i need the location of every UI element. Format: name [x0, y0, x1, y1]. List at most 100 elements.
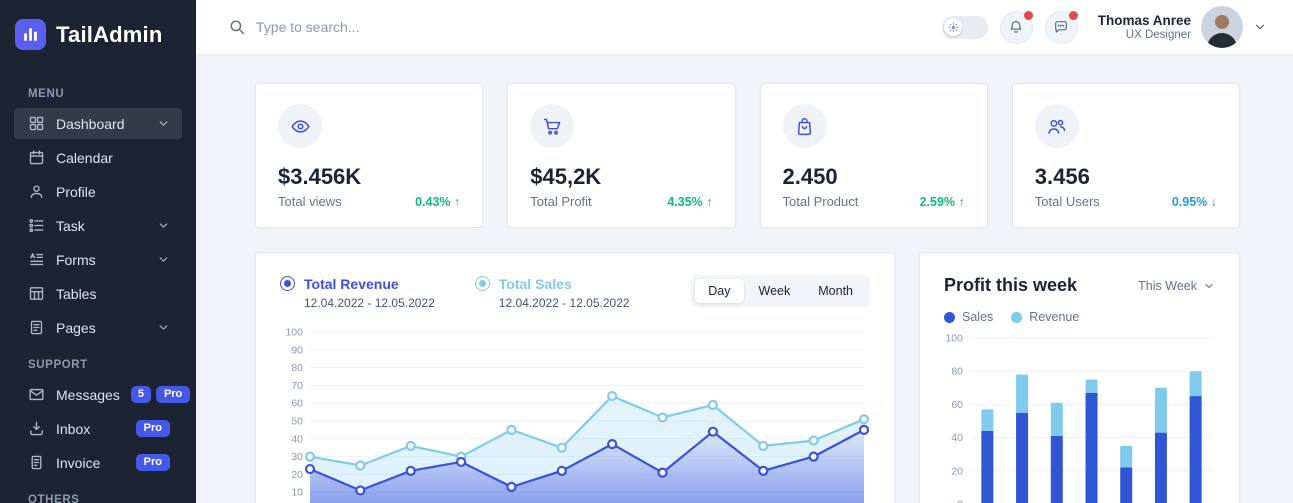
sidebar-item-dashboard[interactable]: Dashboard: [14, 108, 182, 139]
stat-card-total-views: $3.456K Total views 0.43% ↑: [255, 83, 483, 228]
app-root: TailAdmin MENU Dashboard Calendar Profil…: [0, 0, 1293, 503]
svg-text:70: 70: [291, 380, 303, 392]
search-input[interactable]: [256, 19, 536, 35]
legend-total-revenue[interactable]: Total Revenue 12.04.2022 - 12.05.2022: [280, 275, 435, 310]
period-switcher: Day Week Month: [691, 275, 870, 307]
chevron-down-icon: [157, 321, 170, 334]
legend-sales: Sales: [944, 310, 993, 324]
chat-dot: [1069, 11, 1078, 20]
eye-icon: [278, 104, 322, 148]
notifications-button[interactable]: [1000, 11, 1033, 44]
svg-text:80: 80: [291, 362, 303, 374]
period-week-button[interactable]: Week: [746, 279, 804, 303]
task-icon: [28, 217, 45, 234]
profit-chart-card: Profit this week This Week Sales Revenue…: [919, 252, 1240, 503]
stat-card-total-profit: $45,2K Total Profit 4.35% ↑: [507, 83, 735, 228]
week-select-value: This Week: [1138, 279, 1197, 293]
stats-row: $3.456K Total views 0.43% ↑ $45,2K Total…: [255, 83, 1240, 228]
messages-count-badge: 5: [131, 386, 151, 403]
user-name: Thomas Anree: [1098, 13, 1191, 30]
svg-text:0: 0: [957, 499, 963, 503]
sidebar-item-task[interactable]: Task: [14, 210, 182, 241]
sidebar-item-invoice[interactable]: Invoice Pro: [14, 447, 182, 478]
stat-delta: 4.35% ↑: [667, 195, 712, 209]
stat-value: 2.450: [783, 164, 965, 190]
legend-revenue: Revenue: [1011, 310, 1079, 324]
stat-card-total-product: 2.450 Total Product 2.59% ↑: [760, 83, 988, 228]
svg-text:10: 10: [291, 487, 303, 499]
sidebar-item-inbox[interactable]: Inbox Pro: [14, 413, 182, 444]
legend-date-range: 12.04.2022 - 12.05.2022: [304, 296, 435, 310]
pro-badge: Pro: [156, 386, 190, 403]
bag-icon: [783, 104, 827, 148]
tables-icon: [28, 285, 45, 302]
header-actions: Thomas Anree UX Designer: [942, 6, 1267, 48]
sidebar-item-label: Messages: [56, 387, 120, 403]
svg-text:80: 80: [951, 366, 963, 378]
profit-bar-chart: 020406080100MTWTFSS: [944, 332, 1217, 503]
stat-delta: 0.43% ↑: [415, 195, 460, 209]
stat-label: Total Profit: [530, 194, 591, 209]
stat-delta: 0.95% ↓: [1172, 195, 1217, 209]
svg-text:30: 30: [291, 451, 303, 463]
top-header: Thomas Anree UX Designer: [196, 0, 1293, 55]
legend-title: Total Revenue: [304, 276, 399, 292]
brand-row[interactable]: TailAdmin: [0, 0, 196, 60]
sidebar-item-pages[interactable]: Pages: [14, 312, 182, 343]
profile-icon: [28, 183, 45, 200]
search-bar: [228, 18, 942, 36]
chevron-down-icon: [1253, 20, 1267, 34]
profit-card-title: Profit this week: [944, 275, 1077, 296]
sidebar-item-messages[interactable]: Messages 5 Pro: [14, 379, 182, 410]
sidebar-item-label: Inbox: [56, 421, 90, 437]
section-label-support: SUPPORT: [28, 359, 182, 371]
stat-value: $3.456K: [278, 164, 460, 190]
stat-card-total-users: 3.456 Total Users 0.95% ↓: [1012, 83, 1240, 228]
svg-text:50: 50: [291, 416, 303, 428]
svg-text:60: 60: [951, 399, 963, 411]
pro-badge: Pro: [136, 454, 170, 471]
chat-icon: [1053, 19, 1069, 35]
radio-icon: [280, 276, 295, 291]
period-day-button[interactable]: Day: [695, 279, 743, 303]
chevron-down-icon: [157, 253, 170, 266]
sidebar-item-profile[interactable]: Profile: [14, 176, 182, 207]
dark-mode-toggle[interactable]: [942, 16, 988, 39]
stat-value: 3.456: [1035, 164, 1217, 190]
sidebar-item-forms[interactable]: Forms: [14, 244, 182, 275]
chat-button[interactable]: [1045, 11, 1078, 44]
forms-icon: [28, 251, 45, 268]
revenue-chart-card: Total Revenue 12.04.2022 - 12.05.2022 To…: [255, 252, 895, 503]
svg-text:100: 100: [285, 327, 303, 339]
svg-text:40: 40: [951, 432, 963, 444]
sidebar-item-tables[interactable]: Tables: [14, 278, 182, 309]
sidebar-item-label: Profile: [56, 184, 96, 200]
sidebar-item-label: Calendar: [56, 150, 113, 166]
inbox-icon: [28, 420, 45, 437]
sidebar-item-label: Forms: [56, 252, 96, 268]
svg-text:20: 20: [291, 469, 303, 481]
avatar: [1201, 6, 1243, 48]
stat-label: Total Users: [1035, 194, 1100, 209]
week-select[interactable]: This Week: [1138, 279, 1215, 293]
period-month-button[interactable]: Month: [805, 279, 866, 303]
stat-label: Total Product: [783, 194, 859, 209]
notification-dot: [1024, 11, 1033, 20]
calendar-icon: [28, 149, 45, 166]
legend-total-sales[interactable]: Total Sales 12.04.2022 - 12.05.2022: [475, 275, 630, 310]
sidebar-item-label: Tables: [56, 286, 96, 302]
section-label-menu: MENU: [28, 88, 182, 100]
svg-text:40: 40: [291, 433, 303, 445]
sidebar-item-calendar[interactable]: Calendar: [14, 142, 182, 173]
radio-icon: [475, 276, 490, 291]
stat-label: Total views: [278, 194, 342, 209]
sidebar-item-label: Dashboard: [56, 116, 125, 132]
stat-value: $45,2K: [530, 164, 712, 190]
revenue-legend: Total Revenue 12.04.2022 - 12.05.2022 To…: [280, 275, 630, 310]
stat-delta: 2.59% ↑: [920, 195, 965, 209]
revenue-line-chart: 0102030405060708090100SepOctNovDecJanFeb…: [280, 324, 872, 503]
user-menu[interactable]: Thomas Anree UX Designer: [1098, 6, 1267, 48]
legend-title: Total Sales: [499, 276, 572, 292]
sidebar: TailAdmin MENU Dashboard Calendar Profil…: [0, 0, 196, 503]
pro-badge: Pro: [136, 420, 170, 437]
